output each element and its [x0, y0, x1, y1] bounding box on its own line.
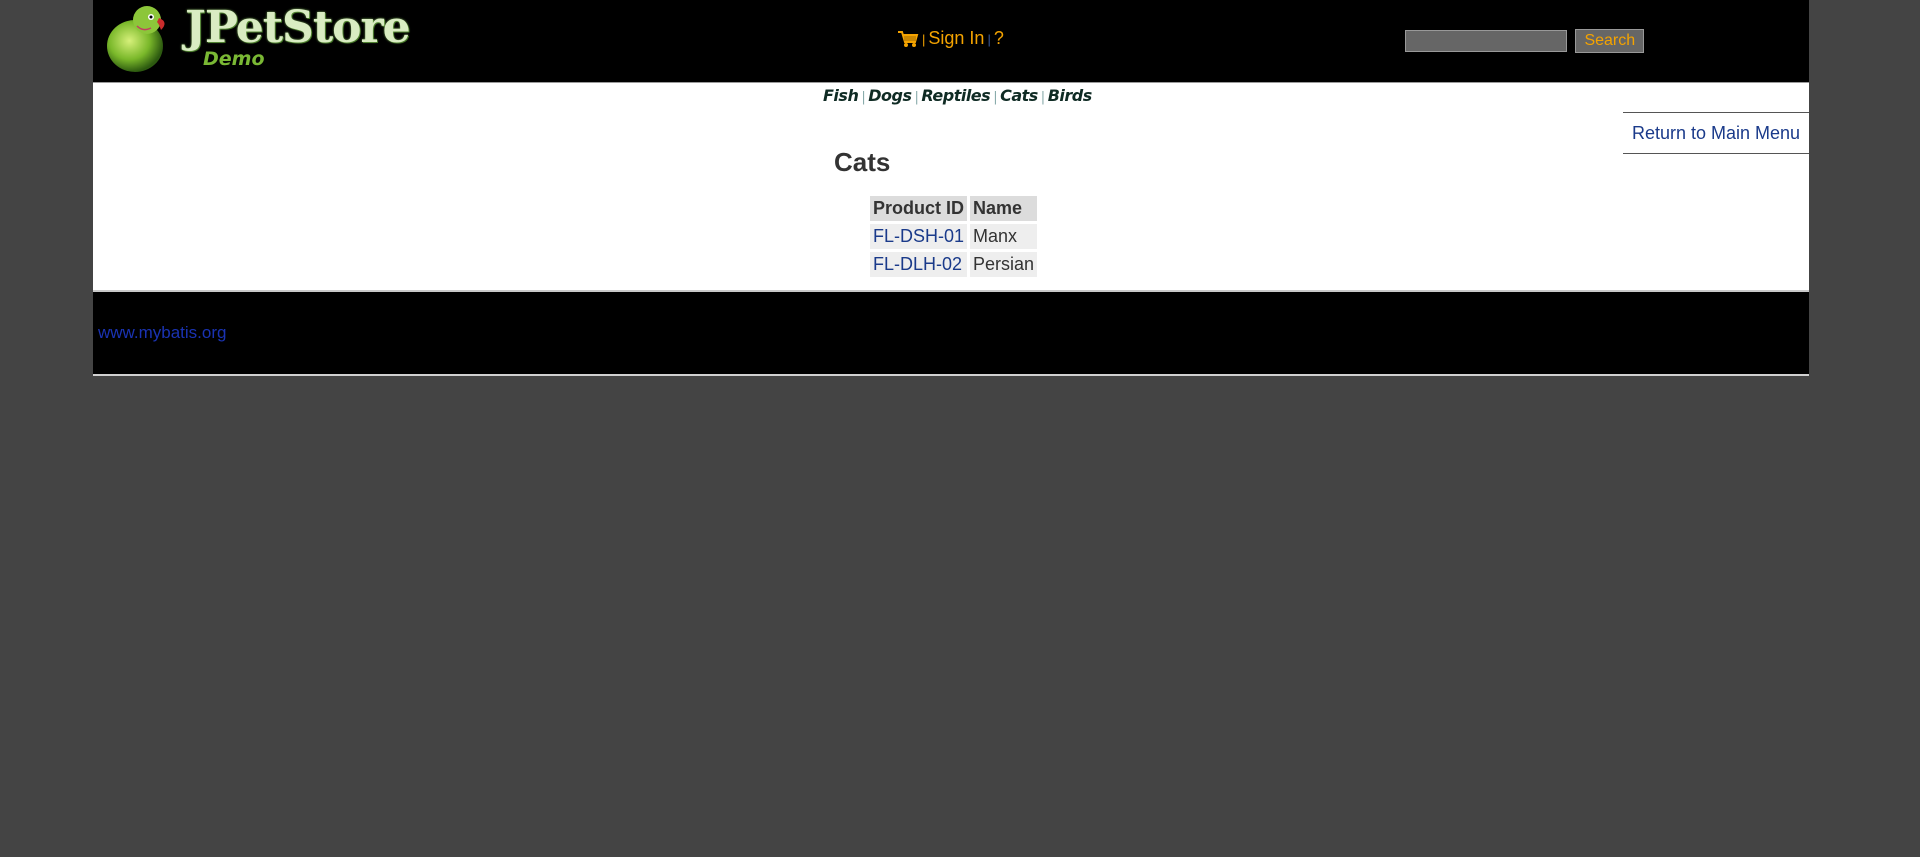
logo-subtitle: Demo	[203, 48, 265, 70]
logo-title: JPetStore	[185, 2, 411, 53]
mybatis-link[interactable]: www.mybatis.org	[98, 323, 226, 343]
column-header-product-id: Product ID	[870, 196, 968, 221]
quicklink-separator: |	[861, 90, 866, 105]
search-form: Search	[1405, 29, 1645, 53]
parrot-logo-icon	[107, 6, 165, 72]
sign-in-link[interactable]: Sign In	[928, 28, 984, 48]
product-id-cell: FL-DLH-02	[870, 252, 968, 277]
quicklink-cats[interactable]: Cats	[1000, 86, 1038, 105]
quicklink-dogs[interactable]: Dogs	[868, 86, 912, 105]
product-table: Product ID Name FL-DSH-01 Manx FL-DLH-02…	[867, 193, 1040, 280]
help-link[interactable]: ?	[994, 28, 1004, 48]
table-header-row: Product ID Name	[870, 196, 1038, 221]
back-link-box: Return to Main Menu	[1623, 112, 1809, 154]
logo[interactable]: JPetStore Demo	[103, 2, 411, 74]
footer: www.mybatis.org	[93, 292, 1809, 376]
header: JPetStore Demo | Sign In |? Search	[93, 0, 1809, 83]
quicklink-reptiles[interactable]: Reptiles	[921, 86, 990, 105]
product-name-cell: Persian	[970, 252, 1038, 277]
cart-icon[interactable]	[897, 30, 919, 48]
main-content: Fish | Dogs | Reptiles | Cats | Birds Return to …	[93, 83, 1809, 292]
quicklink-separator: |	[993, 90, 998, 105]
return-to-main-menu-link[interactable]: Return to Main Menu	[1632, 123, 1800, 144]
quick-links: Fish | Dogs | Reptiles | Cats | Birds	[823, 86, 1092, 105]
page-title: Cats	[834, 147, 891, 177]
search-button[interactable]: Search	[1575, 29, 1645, 53]
menu-separator: |	[922, 32, 926, 47]
table-row: FL-DLH-02 Persian	[870, 252, 1038, 277]
header-menu: | Sign In |?	[897, 28, 1004, 49]
column-header-name: Name	[970, 196, 1038, 221]
table-row: FL-DSH-01 Manx	[870, 224, 1038, 249]
quicklink-birds[interactable]: Birds	[1048, 86, 1093, 105]
quicklink-separator: |	[1040, 90, 1045, 105]
page-wrapper: JPetStore Demo | Sign In |? Search Fish | Do…	[93, 0, 1809, 376]
product-name-cell: Manx	[970, 224, 1038, 249]
product-id-link[interactable]: FL-DLH-02	[873, 254, 962, 274]
product-id-link[interactable]: FL-DSH-01	[873, 226, 964, 246]
quicklink-separator: |	[914, 90, 919, 105]
quicklink-fish[interactable]: Fish	[823, 86, 859, 105]
product-id-cell: FL-DSH-01	[870, 224, 968, 249]
menu-separator: |	[987, 32, 991, 47]
search-input[interactable]	[1405, 30, 1567, 52]
